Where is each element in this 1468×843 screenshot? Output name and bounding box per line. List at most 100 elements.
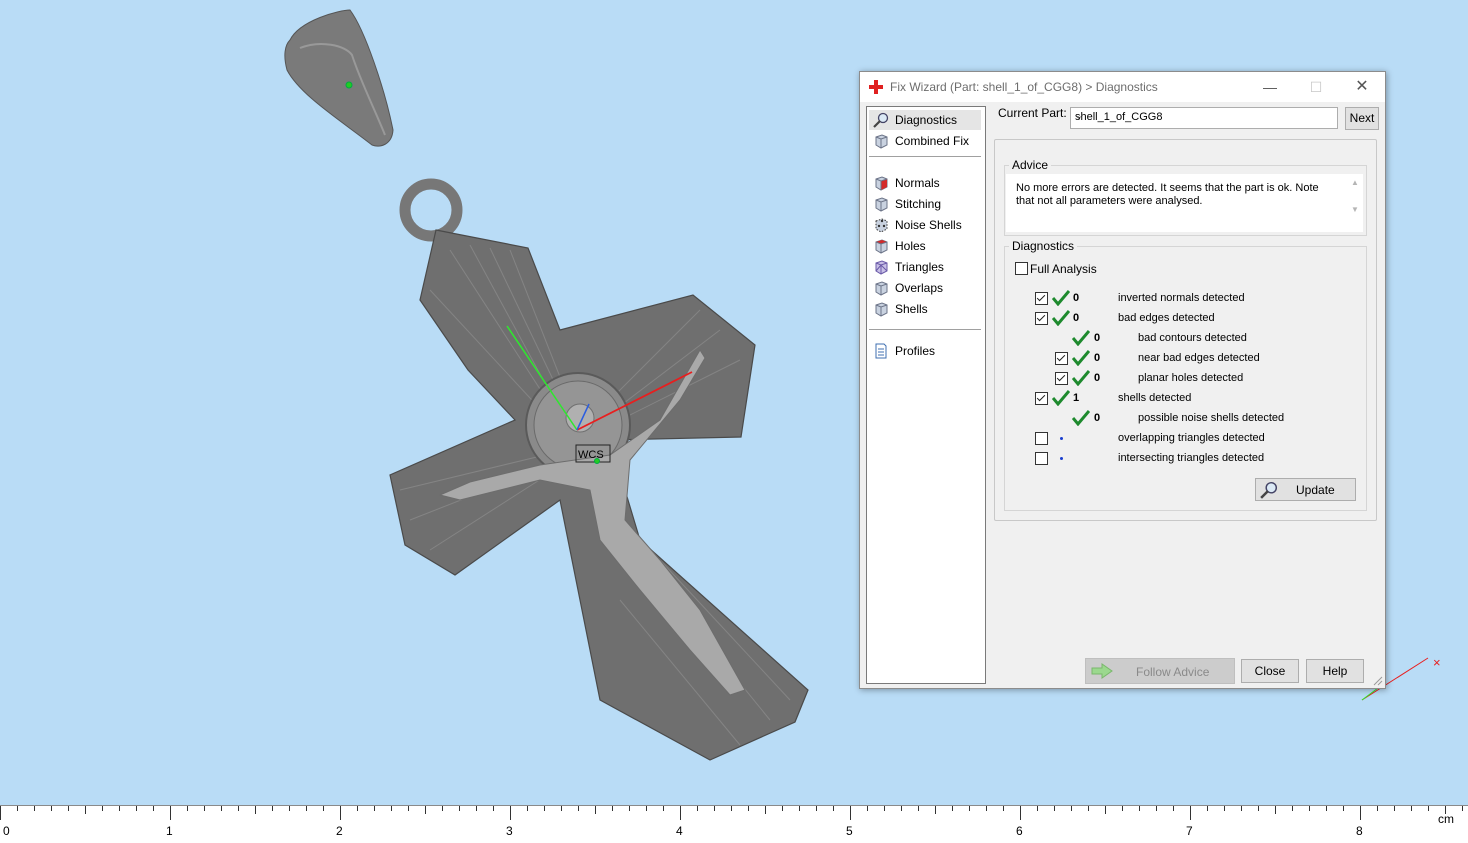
update-label: Update (1296, 483, 1335, 497)
ruler-label: 3 (506, 824, 513, 838)
nav-item-diagnostics[interactable]: Diagnostics (869, 110, 981, 130)
magnifier-icon (1260, 481, 1278, 499)
follow-advice-label: Follow Advice (1136, 665, 1210, 679)
close-button[interactable]: Close (1241, 659, 1299, 683)
count-value: 0 (1073, 292, 1080, 304)
bad-edges-checkbox[interactable] (1035, 312, 1048, 325)
count-value: 0 (1094, 352, 1101, 364)
cube-icon (875, 302, 888, 317)
next-button[interactable]: Next (1345, 107, 1379, 130)
green-check-icon (1052, 390, 1070, 406)
ruler-label: 6 (1016, 824, 1023, 838)
cube-red-face-icon (875, 239, 888, 254)
svg-text:×: × (1433, 655, 1441, 670)
diagnostic-label: possible noise shells detected (1138, 412, 1285, 424)
planar-holes-checkbox[interactable] (1055, 372, 1068, 385)
nav-item-holes[interactable]: Holes (869, 236, 981, 256)
update-button[interactable]: Update (1255, 478, 1356, 501)
count-value: 0 (1094, 412, 1101, 424)
chevron-down-icon: ⌵ (1075, 111, 1083, 122)
diagnostic-label: near bad edges detected (1138, 352, 1260, 364)
pivot-point (345, 81, 353, 89)
fix-wizard-dialog: Fix Wizard (Part: shell_1_of_CGG8) > Dia… (859, 71, 1386, 689)
diagnostic-label: inverted normals detected (1118, 292, 1245, 304)
overlapping-triangles-checkbox[interactable] (1035, 432, 1048, 445)
advice-title: Advice (1009, 158, 1052, 172)
inverted-normals-checkbox[interactable] (1035, 292, 1048, 305)
red-cross-icon (869, 80, 883, 94)
window-title: Fix Wizard (Part: shell_1_of_CGG8) > Dia… (890, 80, 1158, 94)
shells-checkbox[interactable] (1035, 392, 1048, 405)
cube-red-face-icon (875, 176, 888, 191)
cube-icon (875, 281, 888, 296)
diagnostic-label: overlapping triangles detected (1118, 432, 1265, 444)
green-check-icon (1072, 410, 1090, 426)
cube-icon (875, 197, 888, 212)
current-part-select[interactable]: shell_1_of_CGG8 ⌵ (1070, 107, 1338, 129)
nav-item-triangles[interactable]: Triangles (869, 257, 981, 277)
advice-scrollbar[interactable]: ▲ ▼ (1349, 178, 1361, 224)
dotted-cube-icon (875, 218, 888, 233)
minimize-button[interactable]: — (1247, 72, 1293, 102)
nav-item-combined-fix[interactable]: Combined Fix (869, 131, 981, 151)
diagnostic-label: shells detected (1118, 392, 1192, 404)
near-bad-edges-checkbox[interactable] (1055, 352, 1068, 365)
nav-separator (869, 329, 981, 330)
green-check-icon (1072, 330, 1090, 346)
ruler-label: 2 (336, 824, 343, 838)
advice-textbox[interactable]: No more errors are detected. It seems th… (1006, 174, 1363, 232)
green-check-icon (1072, 350, 1090, 366)
ruler-label: 7 (1186, 824, 1193, 838)
intersecting-triangles-checkbox[interactable] (1035, 452, 1048, 465)
nav-item-noise-shells[interactable]: Noise Shells (869, 215, 981, 235)
ruler-label: 1 (166, 824, 173, 838)
nav-item-stitching[interactable]: Stitching (869, 194, 981, 214)
maximize-button[interactable]: ☐ (1293, 72, 1339, 102)
count-value: 0 (1073, 312, 1080, 324)
ring-model (399, 178, 463, 242)
ruler-unit: cm (1438, 812, 1454, 826)
diagnostics-group: Diagnostics Full Analysis 0 inverted nor… (1004, 239, 1367, 511)
cube-purple-icon (875, 260, 888, 275)
advice-group: Advice No more errors are detected. It s… (1004, 158, 1367, 236)
nav-separator (869, 156, 981, 157)
magnifier-icon (873, 112, 889, 128)
diagnostic-label: planar holes detected (1138, 372, 1244, 384)
count-value: 1 (1073, 392, 1080, 404)
horizontal-ruler: 0 1 2 3 4 5 6 7 8 (0, 805, 1468, 843)
nav-item-normals[interactable]: Normals (869, 173, 981, 193)
document-icon (875, 343, 887, 359)
count-value: 0 (1094, 372, 1101, 384)
nav-item-profiles[interactable]: Profiles (869, 341, 981, 361)
pending-dot-icon (1060, 457, 1063, 460)
origin-point (594, 458, 600, 464)
cross-model[interactable] (389, 229, 809, 761)
diagnostic-label: intersecting triangles detected (1118, 452, 1265, 464)
green-check-icon (1052, 310, 1070, 326)
arrow-right-icon (1091, 663, 1113, 679)
pending-dot-icon (1060, 437, 1063, 440)
diagnostic-label: bad contours detected (1138, 332, 1247, 344)
follow-advice-button[interactable]: Follow Advice (1085, 658, 1235, 684)
ruler-label: 4 (676, 824, 683, 838)
diagnostics-title: Diagnostics (1009, 239, 1078, 253)
nav-item-overlaps[interactable]: Overlaps (869, 278, 981, 298)
bail-model[interactable] (284, 9, 394, 147)
diagnostic-label: bad edges detected (1118, 312, 1215, 324)
nav-item-shells[interactable]: Shells (869, 299, 981, 319)
cube-icon (875, 134, 888, 149)
current-part-label: Current Part: (998, 106, 1067, 120)
close-window-button[interactable]: ✕ (1339, 72, 1385, 102)
green-check-icon (1052, 290, 1070, 306)
ruler-label: 0 (3, 824, 10, 838)
full-analysis-checkbox[interactable] (1015, 262, 1028, 275)
title-bar[interactable]: Fix Wizard (Part: shell_1_of_CGG8) > Dia… (860, 72, 1385, 102)
resize-grip-icon[interactable] (1371, 674, 1383, 686)
advice-text: No more errors are detected. It seems th… (1016, 182, 1319, 207)
count-value: 0 (1094, 332, 1101, 344)
full-analysis-label: Full Analysis (1030, 262, 1097, 276)
help-button[interactable]: Help (1306, 659, 1364, 683)
ruler-label: 5 (846, 824, 853, 838)
green-check-icon (1072, 370, 1090, 386)
ruler-label: 8 (1356, 824, 1363, 838)
